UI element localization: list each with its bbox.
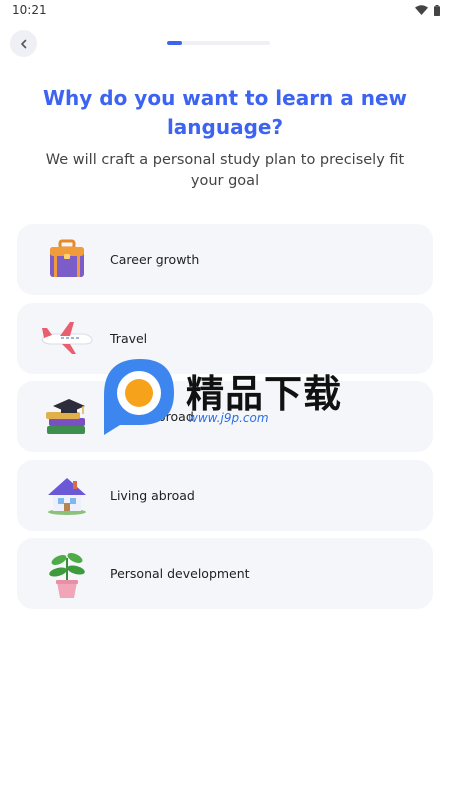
- plant-icon: [37, 544, 97, 604]
- status-time: 10:21: [12, 3, 47, 17]
- house-icon: [37, 465, 97, 525]
- status-icons: [415, 4, 440, 16]
- option-label: Study abroad: [110, 409, 194, 424]
- option-study-abroad[interactable]: Study abroad: [17, 381, 433, 452]
- option-living-abroad[interactable]: Living abroad: [17, 459, 433, 531]
- graduation-books-icon: [37, 387, 97, 447]
- page-title: Why do you want to learn a new language?: [42, 86, 407, 139]
- option-label: Travel: [110, 330, 148, 346]
- battery-icon: [434, 4, 440, 16]
- option-career-growth[interactable]: Career growth: [17, 224, 433, 295]
- option-label: Personal development: [110, 566, 250, 581]
- wifi-icon: [415, 5, 428, 15]
- language-goal-screen: 10:21 Why do you want to learn a new lan…: [0, 0, 450, 801]
- option-travel[interactable]: Travel: [17, 302, 433, 374]
- progress-bar: [167, 41, 270, 45]
- goal-options-list: Career growth Travel Study abroad Living…: [17, 224, 433, 617]
- option-personal-development[interactable]: Personal development: [17, 538, 433, 609]
- status-bar: 10:21: [0, 0, 450, 20]
- chevron-left-icon: [20, 39, 26, 48]
- briefcase-icon: [37, 230, 97, 290]
- progress-fill: [167, 41, 183, 45]
- page-subtitle: We will craft a personal study plan to p…: [45, 152, 405, 189]
- back-button[interactable]: [10, 30, 37, 57]
- option-label: Living abroad: [110, 487, 195, 503]
- option-label: Career growth: [110, 252, 200, 267]
- airplane-icon: [37, 308, 97, 368]
